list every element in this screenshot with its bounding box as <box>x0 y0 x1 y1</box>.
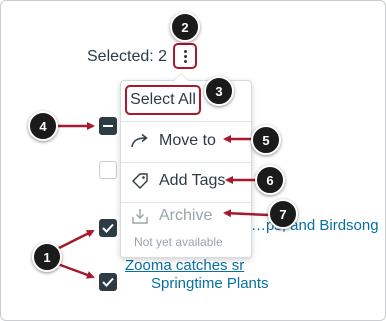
callout-1-arrow <box>54 229 95 252</box>
callout-3-badge: 3 <box>204 76 234 106</box>
callout-6-badge: 6 <box>255 165 285 195</box>
callout-4-badge: 4 <box>28 111 58 141</box>
callout-5-badge: 5 <box>251 125 281 155</box>
callout-1-badge: 1 <box>32 242 62 272</box>
callout-1-arrow <box>54 261 95 279</box>
callout-7-badge: 7 <box>268 199 298 229</box>
screenshot-frame: Selected: 2 …ps, and Birdsong Zooma catc… <box>0 0 386 321</box>
callout-2-badge: 2 <box>170 12 200 42</box>
callout-7-arrow <box>223 209 270 218</box>
annotation-arrows <box>54 122 270 279</box>
